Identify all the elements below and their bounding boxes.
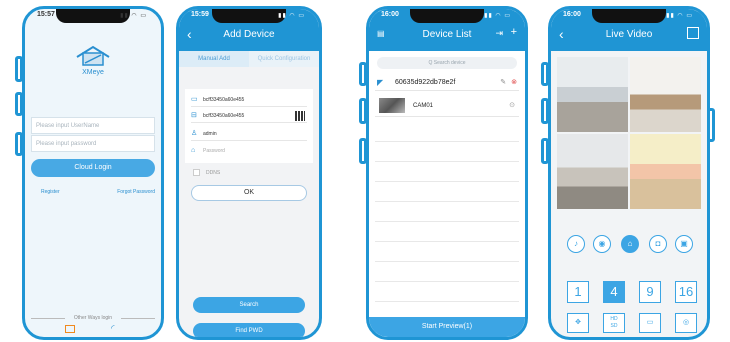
monitor-icon: ▭ — [191, 96, 198, 103]
status-time: 16:00 — [381, 11, 399, 18]
device-row[interactable]: ◤ 60635d922db78e2f ✎ ⊗ — [375, 75, 519, 91]
pc-icon[interactable] — [65, 325, 75, 333]
record-icon[interactable]: ▣ — [675, 235, 693, 253]
video-channel[interactable] — [557, 57, 628, 132]
divider — [375, 281, 519, 282]
login-screen: 15:57 ▮▮ ◠ ▭ XMeye Please input UserName… — [22, 6, 164, 340]
status-icons: ▮▮ ◠ ▭ — [278, 13, 305, 19]
divider — [375, 261, 519, 262]
register-link[interactable]: Register — [41, 189, 60, 195]
find-pwd-button[interactable]: Find PWD — [193, 323, 305, 337]
serial-number-field[interactable]: ⊟ bcff33450a60e455 — [191, 109, 307, 123]
video-channel[interactable] — [630, 57, 701, 132]
video-channel[interactable] — [630, 134, 701, 209]
status-icons: ▮▮ ◠ ▭ — [484, 13, 511, 19]
search-input[interactable]: Q Search device — [377, 57, 517, 69]
edit-icon[interactable]: ✎ — [500, 79, 506, 86]
wifi-icon[interactable]: ◜ — [111, 323, 115, 334]
ptz-control-icon[interactable]: ✥ — [567, 313, 589, 333]
video-channel[interactable] — [557, 134, 628, 209]
divider — [375, 201, 519, 202]
phone-notch — [592, 9, 666, 23]
grid-16-button[interactable]: 16 — [675, 281, 697, 303]
divider — [375, 301, 519, 302]
forgot-password-link[interactable]: Forgot Password — [117, 189, 155, 195]
password-field[interactable]: ⌂ Password — [191, 144, 307, 158]
other-ways-label: Other Ways login — [31, 315, 155, 321]
password-input[interactable]: Please input password — [31, 135, 155, 152]
mic-icon[interactable]: ♪ — [567, 235, 585, 253]
snapshot-icon[interactable]: ◘ — [649, 235, 667, 253]
page-title: Live Video — [605, 29, 653, 40]
divider — [375, 241, 519, 242]
camera-thumbnail — [379, 98, 405, 113]
add-device-screen: ‹ Add Device 15:59 ▮▮ ◠ ▭ Manual Add Qui… — [176, 6, 322, 340]
camera-settings-icon[interactable]: ◎ — [675, 313, 697, 333]
search-button[interactable]: Search — [193, 297, 305, 313]
phone-notch — [212, 9, 286, 23]
home-icon[interactable]: ⌂ — [621, 235, 639, 253]
device-name-field[interactable]: ▭ bcff33450a60e455 — [191, 93, 307, 107]
video-grid — [557, 57, 701, 209]
status-icons: ▮▮ ◠ ▭ — [666, 13, 693, 19]
app-name: XMeye — [82, 69, 104, 76]
camera-icon: ◤ — [377, 78, 384, 87]
add-icon[interactable]: + — [511, 26, 517, 38]
delete-icon[interactable]: ⊗ — [511, 79, 517, 86]
share-icon[interactable]: ⇥ — [495, 28, 503, 39]
ddns-checkbox[interactable] — [193, 169, 200, 176]
device-icon: ⊟ — [191, 112, 197, 119]
tab-bar: Manual Add Quick Configuration — [179, 51, 319, 67]
ddns-option[interactable]: DDNS — [193, 169, 220, 176]
divider — [375, 141, 519, 142]
phone-notch — [56, 9, 130, 23]
cloud-login-button[interactable]: Cloud Login — [31, 159, 155, 177]
check-icon[interactable]: ⊙ — [509, 95, 515, 117]
status-time: 15:59 — [191, 11, 209, 18]
tab-quick-configuration[interactable]: Quick Configuration — [249, 51, 319, 67]
camera-row[interactable]: CAM01 ⊙ — [375, 95, 519, 117]
video-record-icon[interactable]: ▭ — [639, 313, 661, 333]
qr-code-icon[interactable] — [295, 111, 305, 121]
divider — [375, 161, 519, 162]
divider — [375, 181, 519, 182]
device-list-screen: ▤ Device List ⇥ + 16:00 ▮▮ ◠ ▭ Q Search … — [366, 6, 528, 340]
grid-9-button[interactable]: 9 — [639, 281, 661, 303]
page-title: Add Device — [223, 29, 275, 40]
lock-icon: ⌂ — [191, 147, 196, 154]
status-time: 15:57 — [37, 11, 55, 18]
grid-4-button[interactable]: 4 — [603, 281, 625, 303]
tab-manual-add[interactable]: Manual Add — [179, 51, 249, 67]
hd-sd-toggle[interactable]: HD SD — [603, 313, 625, 333]
username-input[interactable]: Please input UserName — [31, 117, 155, 134]
phone-notch — [410, 9, 484, 23]
device-form: ▭ bcff33450a60e455 ⊟ bcff33450a60e455 ♙ adm… — [185, 89, 313, 163]
grid-1-button[interactable]: 1 — [567, 281, 589, 303]
user-icon: ♙ — [191, 130, 198, 137]
divider — [375, 221, 519, 222]
ok-button[interactable]: OK — [191, 185, 307, 201]
username-field[interactable]: ♙ admin — [191, 127, 307, 141]
status-time: 16:00 — [563, 11, 581, 18]
status-icons: ▮▮ ◠ ▭ — [120, 13, 147, 19]
live-video-screen: ‹ Live Video 16:00 ▮▮ ◠ ▭ ♪ ◉ ⌂ ◘ ▣ 1 4 … — [548, 6, 710, 340]
fullscreen-icon[interactable] — [687, 27, 699, 39]
start-preview-button[interactable]: Start Preview(1) — [369, 317, 525, 337]
device-actions: ✎ ⊗ — [500, 75, 517, 91]
speaker-icon[interactable]: ◉ — [593, 235, 611, 253]
